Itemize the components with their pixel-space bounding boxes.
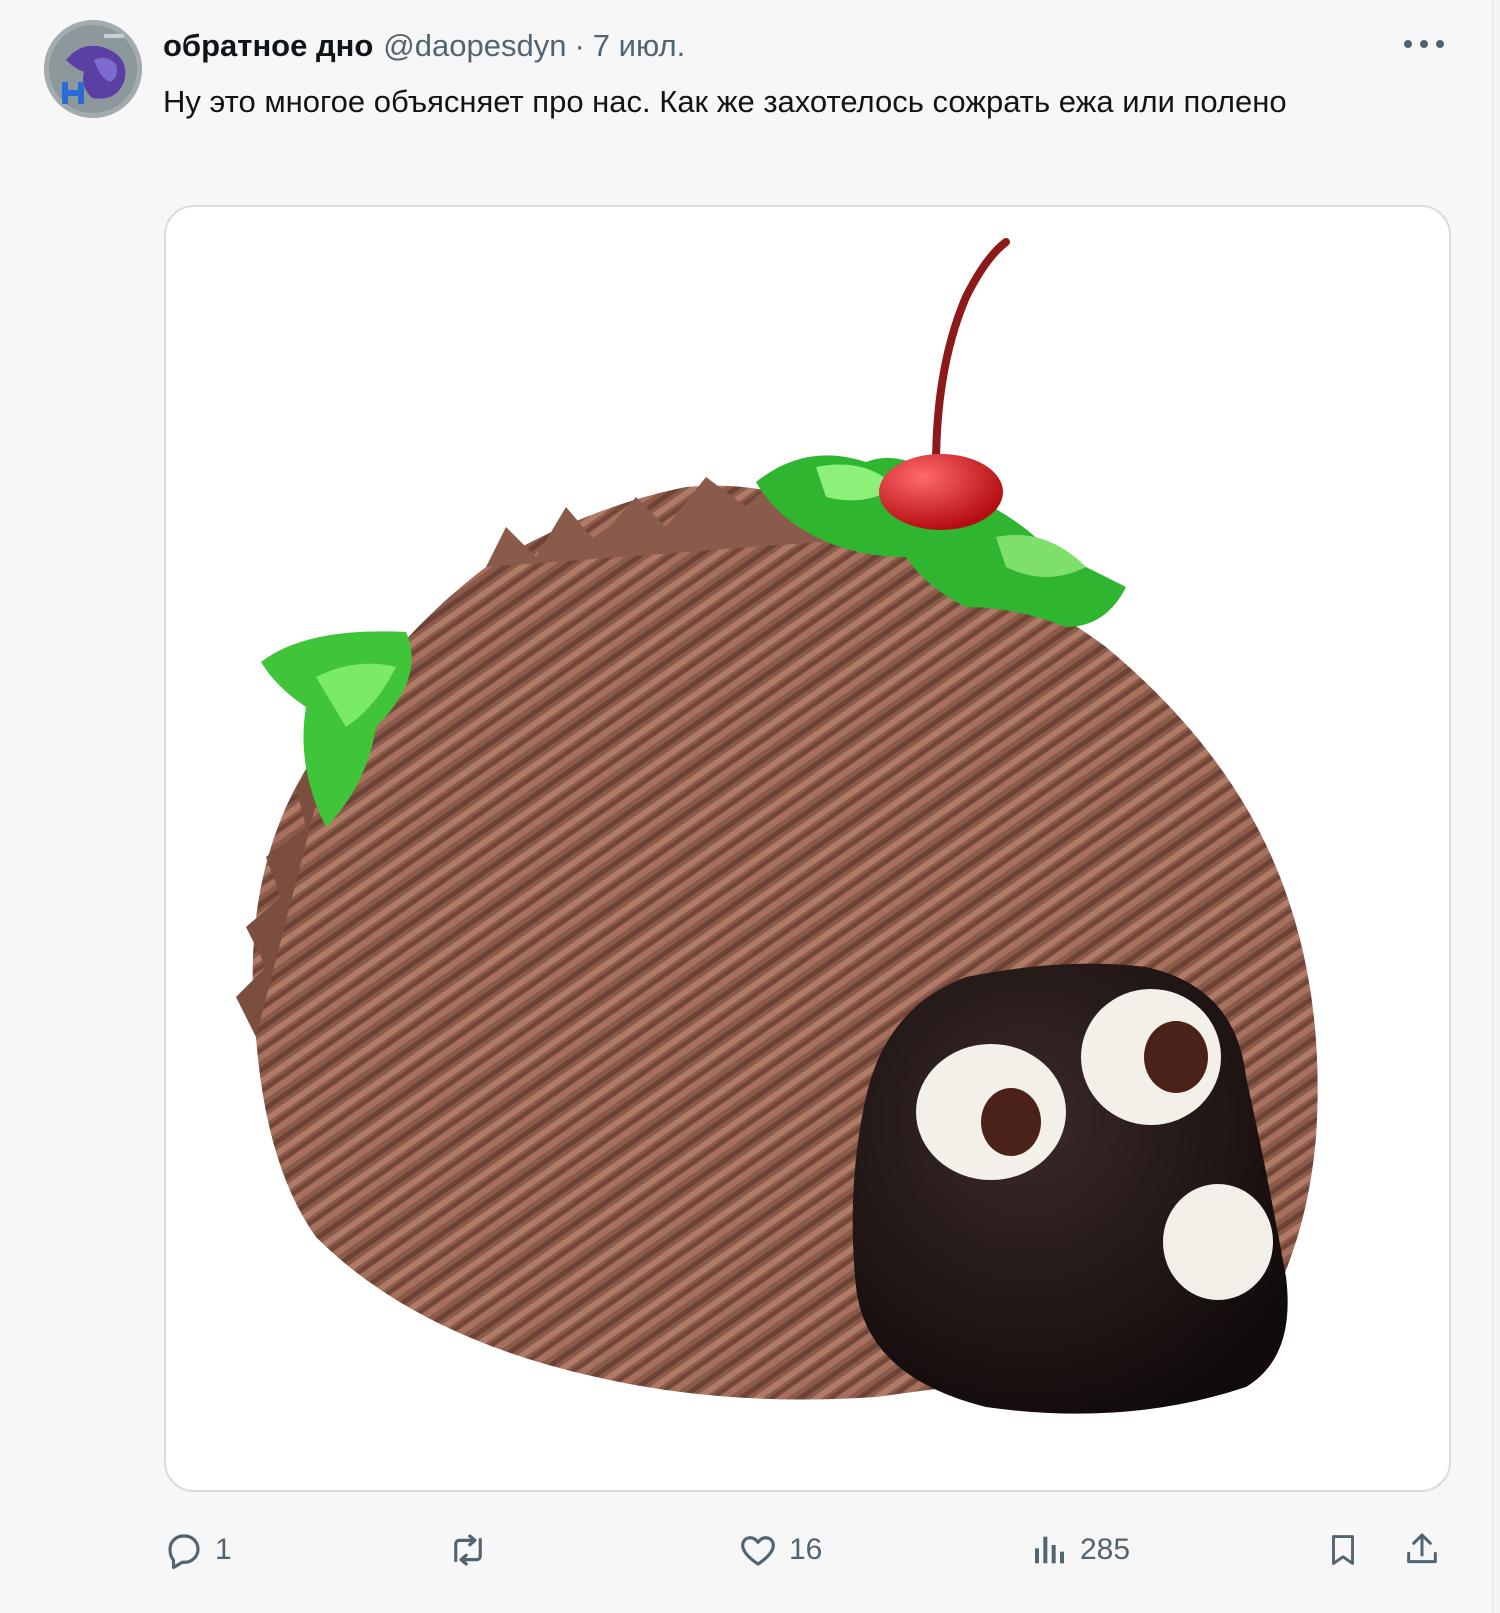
bookmark-button[interactable] xyxy=(1324,1520,1362,1580)
like-button[interactable]: 16 xyxy=(737,1520,822,1580)
reply-icon xyxy=(168,1534,200,1570)
tweet-actions: 1 16 285 xyxy=(0,1520,1492,1580)
reply-button[interactable]: 1 xyxy=(163,1520,232,1580)
bookmark-icon xyxy=(1332,1535,1354,1565)
like-count: 16 xyxy=(789,1533,823,1566)
retweet-button[interactable] xyxy=(446,1520,500,1580)
more-options-icon[interactable] xyxy=(1404,32,1444,56)
heart-icon xyxy=(741,1536,775,1566)
user-handle[interactable]: @daopesdyn xyxy=(383,28,566,64)
avatar[interactable] xyxy=(44,20,142,118)
tweet-date[interactable]: 7 июл. xyxy=(593,28,685,64)
tweet-card[interactable]: обратное дно @daopesdyn · 7 июл. Ну это … xyxy=(0,0,1493,1613)
tweet-media[interactable] xyxy=(164,205,1451,1492)
tweet-header: обратное дно @daopesdyn · 7 июл. xyxy=(163,26,685,66)
hedgehog-cake-image xyxy=(236,238,1318,1414)
reply-count: 1 xyxy=(215,1533,232,1566)
views-button[interactable]: 285 xyxy=(1030,1520,1130,1580)
share-icon xyxy=(1407,1533,1437,1564)
retweet-icon xyxy=(454,1534,482,1566)
display-name[interactable]: обратное дно xyxy=(163,28,373,64)
views-count: 285 xyxy=(1080,1533,1131,1566)
share-button[interactable] xyxy=(1402,1520,1442,1580)
views-chart-icon xyxy=(1035,1536,1064,1564)
avatar-image xyxy=(44,20,142,118)
header-separator: · xyxy=(574,28,585,63)
tweet-text: Ну это многое объясняет про нас. Как же … xyxy=(163,84,1287,119)
